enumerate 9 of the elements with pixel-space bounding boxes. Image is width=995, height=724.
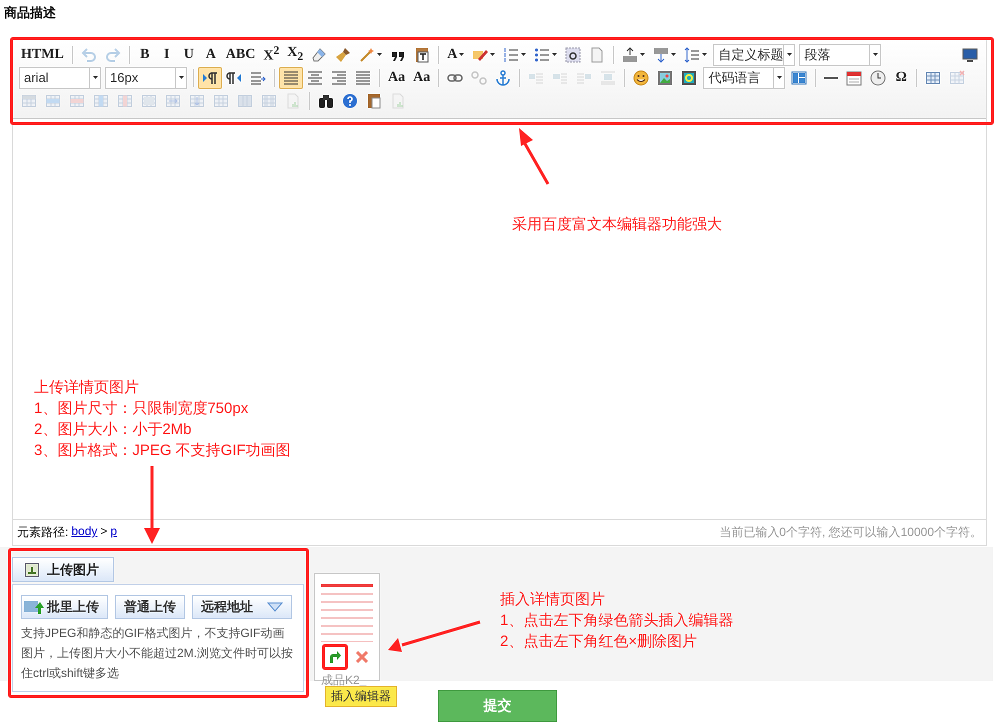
upload-hint: 支持JPEG和静态的GIF格式图片，不支持GIF动画图片，上传图片大小不能超过2M.浏览文件时可以按住ctrl或shift键多选 xyxy=(21,625,294,682)
character-count: 当前已输入0个字符, 您还可以输入10000个字符。 xyxy=(719,524,982,541)
annotation-note: 上传详情页图片 1、图片尺寸：只限制宽度750px 2、图片大小：小于2Mb 3、图片格式：JPEG 不支持GIF功画图 xyxy=(34,378,291,461)
element-path-label: 元素路径: xyxy=(17,524,68,541)
annotation-note: 采用百度富文本编辑器功能强大 xyxy=(512,215,722,235)
path-separator: > xyxy=(100,524,108,540)
section-title: 商品描述 xyxy=(3,4,57,22)
tooltip: 插入编辑器 xyxy=(325,686,397,707)
annotation-note: 插入详情页图片 1、点击左下角绿色箭头插入编辑器 2、点击左下角红色×删除图片 xyxy=(500,590,734,652)
